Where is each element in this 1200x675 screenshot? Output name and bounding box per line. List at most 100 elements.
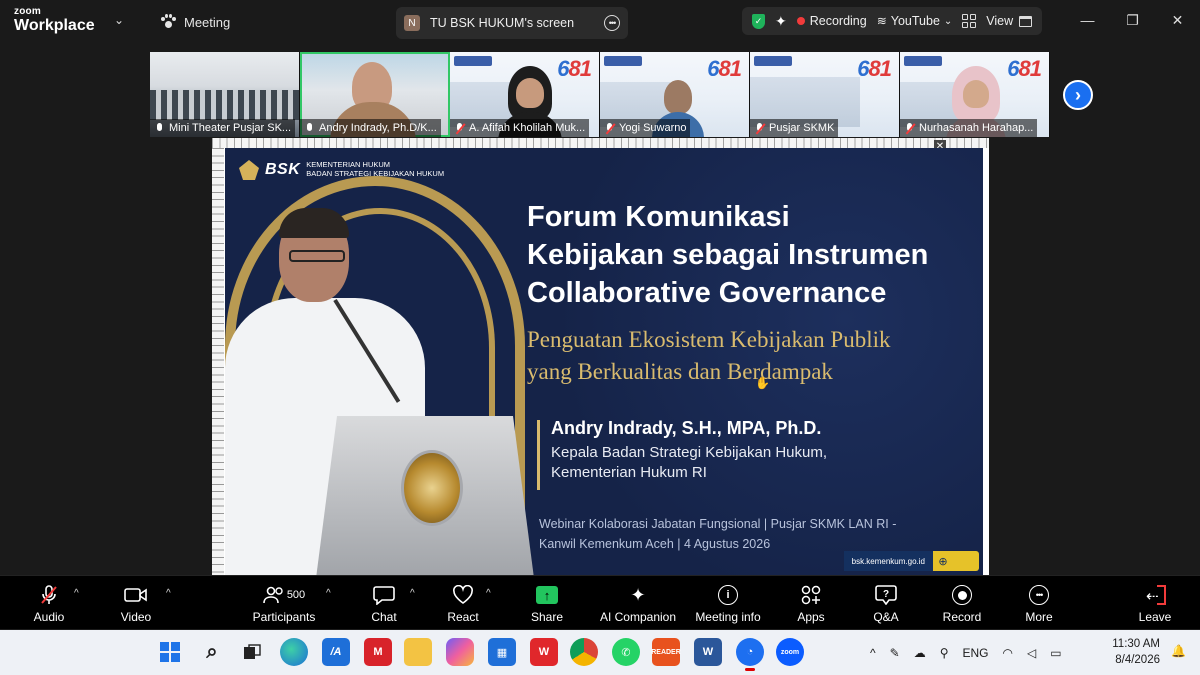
participant-name: Mini Theater Pusjar SK... (169, 122, 292, 134)
ai-companion-icon[interactable]: ✦ (775, 13, 787, 30)
chat-bubble-icon (373, 584, 395, 606)
chevron-down-icon[interactable]: ⌄ (114, 13, 124, 27)
meeting-tab-label: Meeting (184, 14, 231, 30)
close-icon[interactable]: ✕ (1155, 0, 1200, 40)
vertical-ruler (212, 148, 224, 575)
encryption-shield-icon[interactable]: ✓ (752, 13, 765, 29)
participant-tile[interactable]: 681 Nurhasanah Harahap... (900, 52, 1050, 137)
audio-options-caret-icon[interactable]: ^ (74, 588, 79, 599)
meeting-status-bar: ✓ ✦ Recording ≋ YouTube ⌄ View (742, 7, 1043, 35)
notification-bell-icon[interactable]: 🔔 (1171, 644, 1186, 658)
meeting-tab[interactable]: Meeting (160, 10, 230, 34)
next-page-arrow-icon[interactable]: › (1063, 80, 1093, 110)
participant-tile[interactable]: Mini Theater Pusjar SK... (150, 52, 300, 137)
minimize-icon[interactable]: — (1065, 0, 1110, 40)
ai-companion-button[interactable]: ✦ AI Companion (598, 584, 678, 626)
restore-icon[interactable]: ❐ (1110, 0, 1155, 40)
record-button[interactable]: Record (940, 584, 984, 626)
search-icon[interactable]: ⌕ (198, 638, 226, 666)
language-indicator[interactable]: ENG (963, 646, 989, 660)
apps-button[interactable]: Apps (794, 584, 828, 626)
more-options-icon[interactable]: ••• (604, 15, 620, 31)
location-icon[interactable]: ⚲ (940, 646, 949, 660)
bsk-logo-text: BSK (265, 161, 301, 178)
copilot-icon[interactable] (446, 638, 474, 666)
globe-icon: ⊕ (938, 555, 948, 568)
task-view-icon[interactable] (238, 638, 266, 666)
clock-date: 8/4/2026 (1115, 654, 1160, 666)
recording-indicator[interactable]: Recording (796, 14, 867, 28)
microphone-icon (154, 122, 165, 134)
logo-big-text: Workplace (14, 17, 95, 34)
mcafee-icon[interactable]: M (364, 638, 392, 666)
more-label: More (1025, 610, 1053, 624)
anniversary-number: 681 (557, 56, 592, 81)
video-camera-icon (124, 584, 148, 606)
system-clock[interactable]: 11:30 AM 8/4/2026 (1112, 636, 1160, 668)
wifi-icon[interactable]: ◠ (1003, 646, 1013, 660)
participant-tile[interactable]: 681 Yogi Suwarno (600, 52, 750, 137)
wps-office-icon[interactable]: W (530, 638, 558, 666)
chat-options-caret-icon[interactable]: ^ (410, 588, 415, 599)
chrome-icon[interactable] (570, 638, 598, 666)
youtube-label: YouTube (890, 14, 940, 28)
file-explorer-icon[interactable] (404, 638, 432, 666)
youtube-live-indicator[interactable]: ≋ YouTube ⌄ (877, 14, 953, 28)
reader-app-icon[interactable]: READER (651, 638, 681, 666)
muted-microphone-icon (604, 122, 615, 134)
mouse-cursor-icon: ✋ (755, 376, 770, 390)
more-button[interactable]: ••• More (1022, 584, 1056, 626)
zoom-app-icon[interactable]: zoom (776, 638, 804, 666)
view-button[interactable]: View (986, 14, 1033, 28)
participant-name: A. Afifah Kholilah Muk... (469, 122, 586, 134)
microsoft-store-icon[interactable]: ▦ (488, 638, 516, 666)
share-button[interactable]: ↑ Share (527, 584, 567, 626)
recording-label: Recording (809, 14, 867, 28)
participant-tile-active-speaker[interactable]: Andry Indrady, Ph.D/K... (300, 52, 450, 137)
volume-icon[interactable]: ◁ (1027, 646, 1036, 660)
participant-name-tag: A. Afifah Kholilah Muk... (450, 119, 590, 137)
participant-name: Nurhasanah Harahap... (919, 122, 1034, 134)
shared-screen-tab[interactable]: N TU BSK HUKUM's screen ••• (396, 7, 628, 39)
react-button[interactable]: React (444, 584, 482, 626)
participant-name-tag: Mini Theater Pusjar SK... (150, 119, 296, 137)
whatsapp-icon[interactable]: ✆ (612, 638, 640, 666)
battery-icon[interactable]: ▭ (1050, 646, 1061, 660)
live-stream-icon: ≋ (876, 14, 887, 28)
chevron-up-icon[interactable]: ^ (870, 646, 876, 660)
chevron-down-icon: ⌄ (943, 15, 953, 27)
leave-door-icon: ⇠ (1144, 585, 1166, 605)
meeting-info-button[interactable]: i Meeting info (692, 584, 764, 626)
leave-button[interactable]: ⇠ Leave (1136, 584, 1174, 626)
video-options-caret-icon[interactable]: ^ (166, 588, 171, 599)
participant-name-tag: Nurhasanah Harahap... (900, 119, 1038, 137)
participant-tile[interactable]: 681 Pusjar SKMK (750, 52, 900, 137)
edge-browser-icon[interactable] (280, 638, 308, 666)
muted-microphone-icon (454, 122, 465, 134)
react-options-caret-icon[interactable]: ^ (486, 588, 491, 599)
chat-button[interactable]: Chat (366, 584, 402, 626)
horizontal-ruler (212, 138, 989, 148)
anniversary-number: 681 (857, 56, 892, 81)
gallery-grid-icon[interactable] (962, 14, 977, 28)
audio-button[interactable]: Audio (30, 584, 68, 626)
video-button[interactable]: Video (116, 584, 156, 626)
website-url: bsk.kemenkum.go.id (843, 551, 933, 571)
participants-button[interactable]: 500 Participants (246, 584, 322, 626)
view-label: View (986, 14, 1014, 28)
participants-options-caret-icon[interactable]: ^ (326, 588, 331, 599)
view-layout-icon (1019, 15, 1033, 27)
pen-icon[interactable]: ✎ (890, 646, 900, 660)
participant-tile[interactable]: 681 A. Afifah Kholilah Muk... (450, 52, 600, 137)
video-label: Video (120, 610, 152, 624)
snipping-tool-icon[interactable]: ◔ (736, 638, 764, 671)
cloud-off-icon[interactable]: ☁ (914, 646, 926, 660)
apps-label: Apps (797, 610, 825, 624)
qa-button[interactable]: ? Q&A (868, 584, 904, 626)
garuda-emblem-icon (239, 160, 259, 180)
word-icon[interactable]: W (694, 638, 722, 666)
writing-app-icon[interactable]: /A (322, 638, 350, 666)
zoom-workplace-logo[interactable]: zoom Workplace (14, 7, 95, 34)
slide-subtitle: Penguatan Ekosistem Kebijakan Publik yan… (527, 327, 891, 384)
windows-start-icon[interactable] (156, 638, 184, 666)
